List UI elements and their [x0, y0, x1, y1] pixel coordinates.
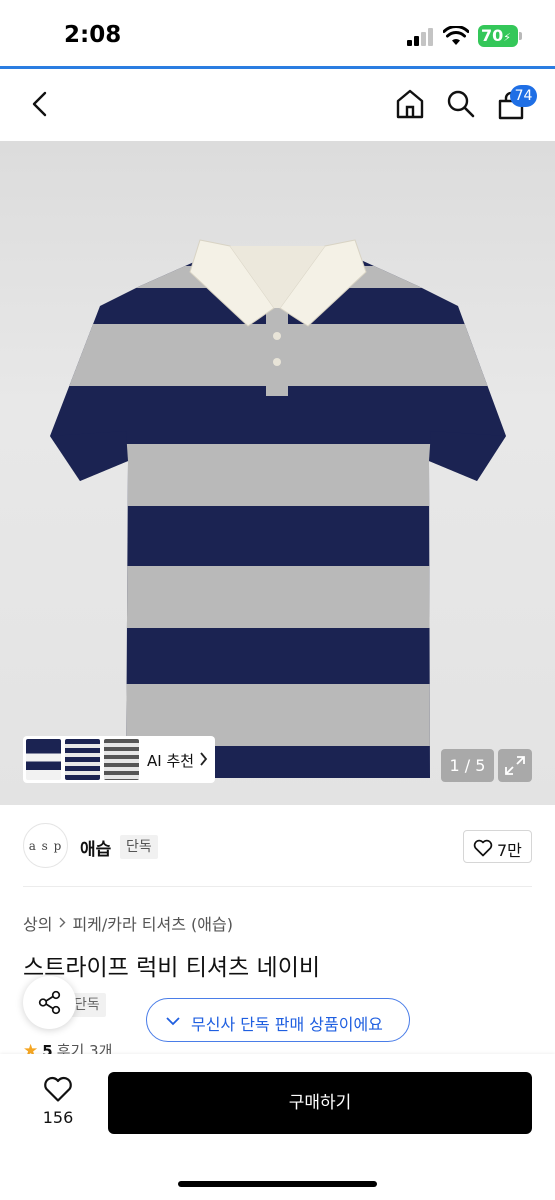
signal-icon	[407, 28, 433, 46]
ai-thumb-3	[104, 739, 139, 780]
ai-thumb-1	[26, 739, 61, 780]
brand-name[interactable]: 애습	[80, 835, 111, 860]
heart-icon	[44, 1076, 72, 1102]
breadcrumb: 상의 피케/카라 티셔츠 (애습)	[23, 911, 233, 935]
share-button[interactable]	[23, 976, 76, 1029]
brand-logo[interactable]: a s p	[23, 823, 68, 868]
ai-recommendation-label: AI 추천	[147, 752, 195, 770]
battery-icon: 70⚡	[478, 25, 518, 47]
expand-image-button[interactable]	[498, 749, 532, 782]
status-bar: 2:08 70⚡	[0, 0, 555, 68]
exclusive-sale-text: 무신사 단독 판매 상품이에요	[191, 1015, 383, 1034]
expand-icon	[505, 756, 525, 775]
brand-like-count: 7만	[497, 841, 522, 860]
search-icon[interactable]	[446, 89, 476, 119]
wifi-icon	[443, 26, 469, 45]
product-image-gallery[interactable]	[0, 141, 555, 805]
breadcrumb-subcategory[interactable]: 피케/카라 티셔츠 (애습)	[72, 915, 233, 934]
product-title: 스트라이프 럭비 티셔츠 네이비	[23, 955, 321, 981]
home-icon[interactable]	[395, 88, 425, 120]
brand-exclusive-tag: 단독	[120, 835, 158, 859]
status-time: 2:08	[64, 22, 122, 48]
chevron-right-icon	[200, 752, 208, 766]
ai-recommendation-chip[interactable]: AI 추천	[23, 736, 215, 783]
product-photo	[50, 239, 506, 778]
home-indicator	[178, 1181, 377, 1187]
wishlist-count: 156	[42, 1108, 74, 1127]
battery-tip	[519, 32, 522, 40]
battery-level: 70	[481, 26, 504, 45]
cart-count-badge: 74	[510, 85, 537, 107]
share-icon	[38, 990, 61, 1015]
image-counter: 1 / 5	[441, 749, 494, 782]
ai-thumb-2	[65, 739, 100, 780]
buy-button[interactable]: 구매하기	[108, 1072, 532, 1134]
divider	[23, 886, 532, 887]
chevron-right-icon	[59, 917, 66, 927]
exclusive-sale-toast: 무신사 단독 판매 상품이에요	[146, 998, 410, 1042]
back-icon[interactable]	[28, 90, 52, 118]
brand-like-button[interactable]: 7만	[463, 830, 532, 863]
check-icon	[166, 1017, 180, 1026]
wishlist-button[interactable]: 156	[30, 1074, 86, 1134]
heart-icon	[473, 839, 493, 857]
breadcrumb-category[interactable]: 상의	[23, 915, 52, 934]
